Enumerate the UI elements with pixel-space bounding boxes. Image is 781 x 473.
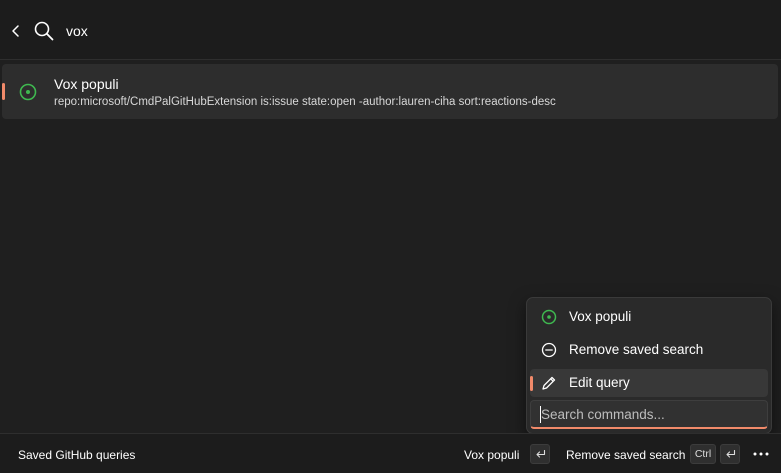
- command-search-input[interactable]: [530, 400, 768, 429]
- more-options-button[interactable]: [748, 442, 774, 466]
- list-item-subtitle: repo:microsoft/CmdPalGitHubExtension is:…: [54, 96, 556, 108]
- list-item-title: Vox populi: [54, 76, 119, 92]
- enter-key-icon: [530, 444, 550, 464]
- status-bar: Saved GitHub queries Vox populi Remove s…: [0, 433, 781, 473]
- issue-open-icon: [541, 309, 557, 325]
- menu-item-label: Remove saved search: [569, 342, 704, 357]
- search-bar: [0, 0, 781, 60]
- back-button[interactable]: [4, 18, 28, 44]
- selection-indicator: [530, 376, 533, 391]
- text-caret: [540, 406, 541, 423]
- search-icon: [34, 21, 54, 41]
- list-item[interactable]: Vox populi repo:microsoft/CmdPalGitHubEx…: [2, 64, 778, 119]
- menu-item-remove-saved-search[interactable]: Remove saved search: [530, 336, 768, 364]
- more-horizontal-icon: [753, 452, 769, 456]
- status-bar-title: Saved GitHub queries: [18, 448, 136, 462]
- secondary-action-button[interactable]: Remove saved search: [566, 448, 685, 462]
- issue-open-icon: [19, 83, 37, 101]
- menu-item-label: Vox populi: [569, 309, 632, 324]
- ctrl-key: Ctrl: [690, 444, 716, 464]
- pencil-icon: [542, 376, 556, 390]
- remove-circle-icon: [541, 342, 557, 358]
- selection-indicator: [2, 83, 5, 100]
- menu-item-edit-query[interactable]: Edit query: [530, 369, 768, 397]
- divider: [0, 59, 781, 60]
- menu-item-vox-populi[interactable]: Vox populi: [530, 303, 768, 331]
- menu-item-label: Edit query: [569, 375, 630, 390]
- primary-action-button[interactable]: Vox populi: [464, 448, 519, 462]
- search-input[interactable]: [66, 21, 666, 41]
- chevron-left-icon: [12, 25, 19, 37]
- enter-key-icon: [720, 444, 740, 464]
- context-menu: Vox populi Remove saved search Edit quer…: [526, 297, 772, 434]
